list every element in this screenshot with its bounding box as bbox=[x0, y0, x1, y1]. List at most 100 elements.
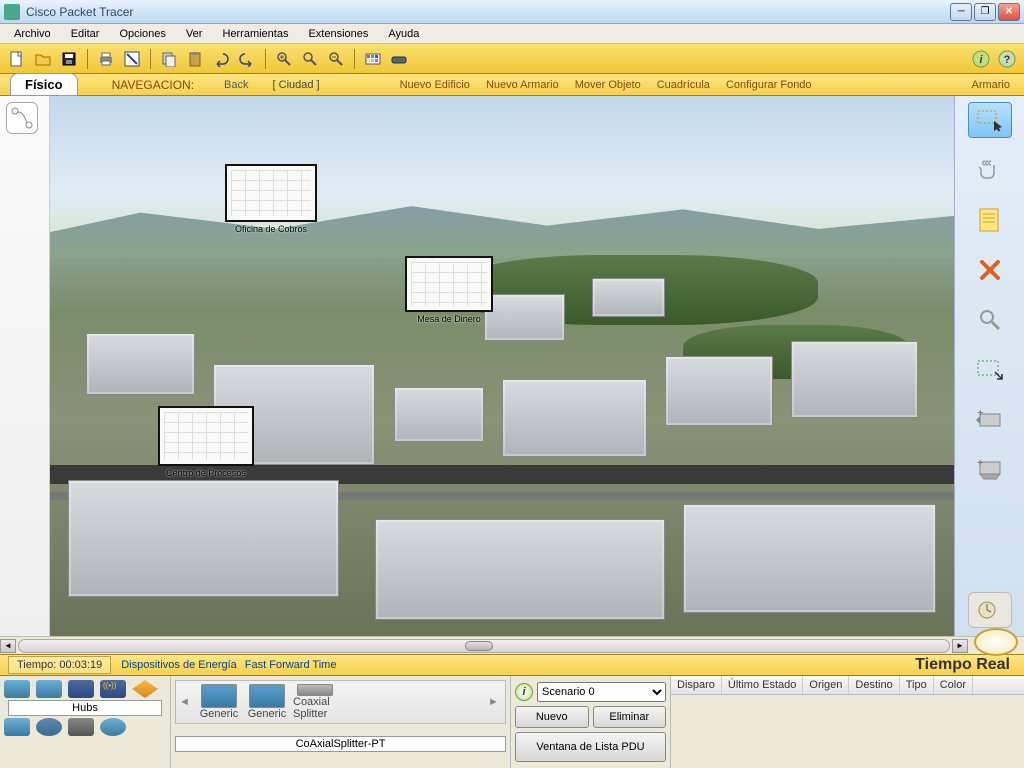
maximize-button[interactable]: ❐ bbox=[974, 3, 996, 21]
palette-button[interactable] bbox=[362, 48, 384, 70]
col-origen[interactable]: Origen bbox=[803, 676, 849, 694]
cat-hubs-icon[interactable] bbox=[68, 680, 94, 698]
physical-canvas[interactable]: Oficina de Cobros Mesa de Dinero Centro … bbox=[50, 96, 954, 636]
action-cuadricula[interactable]: Cuadrícula bbox=[649, 79, 718, 91]
wizard-button[interactable] bbox=[121, 48, 143, 70]
svg-text:+: + bbox=[977, 410, 983, 419]
custom-devices-button[interactable] bbox=[388, 48, 410, 70]
action-nuevo-edificio[interactable]: Nuevo Edificio bbox=[392, 79, 478, 91]
zoom-out-button[interactable] bbox=[325, 48, 347, 70]
scroll-left-arrow[interactable]: ◄ bbox=[0, 639, 16, 653]
menu-archivo[interactable]: Archivo bbox=[4, 26, 61, 42]
menu-extensiones[interactable]: Extensiones bbox=[298, 26, 378, 42]
col-tipo[interactable]: Tipo bbox=[900, 676, 934, 694]
logical-physical-toggle[interactable] bbox=[6, 102, 38, 134]
scenario-info-icon[interactable]: i bbox=[515, 683, 533, 701]
device-item-generic-1[interactable]: Generic bbox=[197, 684, 241, 720]
sim-time: Tiempo: 00:03:19 bbox=[8, 656, 111, 674]
left-gutter bbox=[0, 96, 50, 636]
zoom-in-button[interactable] bbox=[273, 48, 295, 70]
wiring-closet-1-label: Oficina de Cobros bbox=[235, 224, 307, 234]
menu-ayuda[interactable]: Ayuda bbox=[378, 26, 429, 42]
col-disparo[interactable]: Disparo bbox=[671, 676, 722, 694]
cat-routers-icon[interactable] bbox=[4, 680, 30, 698]
cat-wan-icon[interactable] bbox=[36, 718, 62, 736]
menu-editar[interactable]: Editar bbox=[61, 26, 110, 42]
device-item-coaxial[interactable]: Coaxial Splitter bbox=[293, 684, 337, 720]
move-tool[interactable] bbox=[968, 152, 1012, 188]
realtime-clock-icon[interactable] bbox=[974, 628, 1018, 656]
svg-text:?: ? bbox=[1004, 54, 1011, 66]
close-button[interactable]: ✕ bbox=[998, 3, 1020, 21]
app-icon bbox=[4, 4, 20, 20]
scenario-delete-button[interactable]: Eliminar bbox=[593, 706, 667, 728]
menu-opciones[interactable]: Opciones bbox=[109, 26, 175, 42]
wiring-closet-1[interactable]: Oficina de Cobros bbox=[225, 164, 317, 222]
zoom-reset-button[interactable] bbox=[299, 48, 321, 70]
pdu-list-window-button[interactable]: Ventana de Lista PDU bbox=[515, 732, 666, 762]
save-button[interactable] bbox=[58, 48, 80, 70]
action-mover-objeto[interactable]: Mover Objeto bbox=[567, 79, 649, 91]
fast-forward-link[interactable]: Fast Forward Time bbox=[245, 659, 337, 671]
device-category-panel: ((•)) Hubs bbox=[0, 676, 170, 768]
device-scroll-right[interactable]: ► bbox=[488, 684, 502, 720]
action-nuevo-armario[interactable]: Nuevo Armario bbox=[478, 79, 567, 91]
scroll-thumb[interactable] bbox=[465, 641, 493, 651]
col-color[interactable]: Color bbox=[934, 676, 973, 694]
paste-button[interactable] bbox=[184, 48, 206, 70]
minimize-button[interactable]: ─ bbox=[950, 3, 972, 21]
col-destino[interactable]: Destino bbox=[849, 676, 899, 694]
col-ultimo-estado[interactable]: Último Estado bbox=[722, 676, 803, 694]
print-button[interactable] bbox=[95, 48, 117, 70]
device-item-generic-2[interactable]: Generic bbox=[245, 684, 289, 720]
action-armario[interactable]: Armario bbox=[957, 79, 1024, 91]
window-titlebar: Cisco Packet Tracer ─ ❐ ✕ bbox=[0, 0, 1024, 24]
device-scroll-left[interactable]: ◄ bbox=[179, 684, 193, 720]
scroll-right-arrow[interactable]: ► bbox=[952, 639, 968, 653]
complex-pdu-tool[interactable]: + bbox=[968, 452, 1012, 488]
undo-button[interactable] bbox=[210, 48, 232, 70]
open-file-button[interactable] bbox=[32, 48, 54, 70]
note-tool[interactable] bbox=[968, 202, 1012, 238]
select-tool[interactable] bbox=[968, 102, 1012, 138]
menu-herramientas[interactable]: Herramientas bbox=[212, 26, 298, 42]
cat-custom-icon[interactable] bbox=[68, 718, 94, 736]
selected-device-name: CoAxialSplitter-PT bbox=[175, 736, 506, 752]
svg-text:+: + bbox=[977, 460, 983, 469]
menu-ver[interactable]: Ver bbox=[176, 26, 213, 42]
simulation-mode-button[interactable] bbox=[973, 597, 1007, 623]
menu-bar: Archivo Editar Opciones Ver Herramientas… bbox=[0, 24, 1024, 44]
physical-tab[interactable]: Físico bbox=[10, 73, 78, 96]
canvas-hscroll[interactable]: ◄ ► bbox=[0, 636, 1024, 654]
delete-tool[interactable] bbox=[968, 252, 1012, 288]
simple-pdu-tool[interactable]: + bbox=[968, 402, 1012, 438]
nav-back[interactable]: Back bbox=[212, 79, 260, 91]
status-bar: Tiempo: 00:03:19 Dispositivos de Energía… bbox=[0, 654, 1024, 676]
cat-switches-icon[interactable] bbox=[36, 680, 62, 698]
cat-wireless-icon[interactable]: ((•)) bbox=[100, 680, 126, 698]
view-mode-group bbox=[968, 592, 1012, 628]
resize-tool[interactable] bbox=[968, 352, 1012, 388]
wiring-closet-2-label: Mesa de Dinero bbox=[417, 314, 481, 324]
action-configurar-fondo[interactable]: Configurar Fondo bbox=[718, 79, 820, 91]
copy-button[interactable] bbox=[158, 48, 180, 70]
wiring-closet-3[interactable]: Centro de Procesos bbox=[158, 406, 254, 466]
new-file-button[interactable] bbox=[6, 48, 28, 70]
inspect-tool[interactable] bbox=[968, 302, 1012, 338]
scroll-track[interactable] bbox=[18, 639, 950, 653]
redo-button[interactable] bbox=[236, 48, 258, 70]
scenario-new-button[interactable]: Nuevo bbox=[515, 706, 589, 728]
help-button[interactable]: ? bbox=[996, 48, 1018, 70]
device-category-label: Hubs bbox=[8, 700, 162, 716]
cat-multiuser-icon[interactable] bbox=[100, 718, 126, 736]
bottom-panel: ((•)) Hubs ◄ Generic Generic Coaxial Spl… bbox=[0, 676, 1024, 768]
nav-location[interactable]: [ Ciudad ] bbox=[261, 79, 332, 91]
info-button[interactable]: i bbox=[970, 48, 992, 70]
nav-label: NAVEGACION: bbox=[78, 78, 212, 92]
wiring-closet-2[interactable]: Mesa de Dinero bbox=[405, 256, 493, 312]
cat-connections-icon[interactable] bbox=[132, 680, 158, 698]
power-devices-link[interactable]: Dispositivos de Energía bbox=[121, 659, 237, 671]
cat-end-devices-icon[interactable] bbox=[4, 718, 30, 736]
scenario-select[interactable]: Scenario 0 bbox=[537, 682, 666, 702]
main-toolbar: i ? bbox=[0, 44, 1024, 74]
